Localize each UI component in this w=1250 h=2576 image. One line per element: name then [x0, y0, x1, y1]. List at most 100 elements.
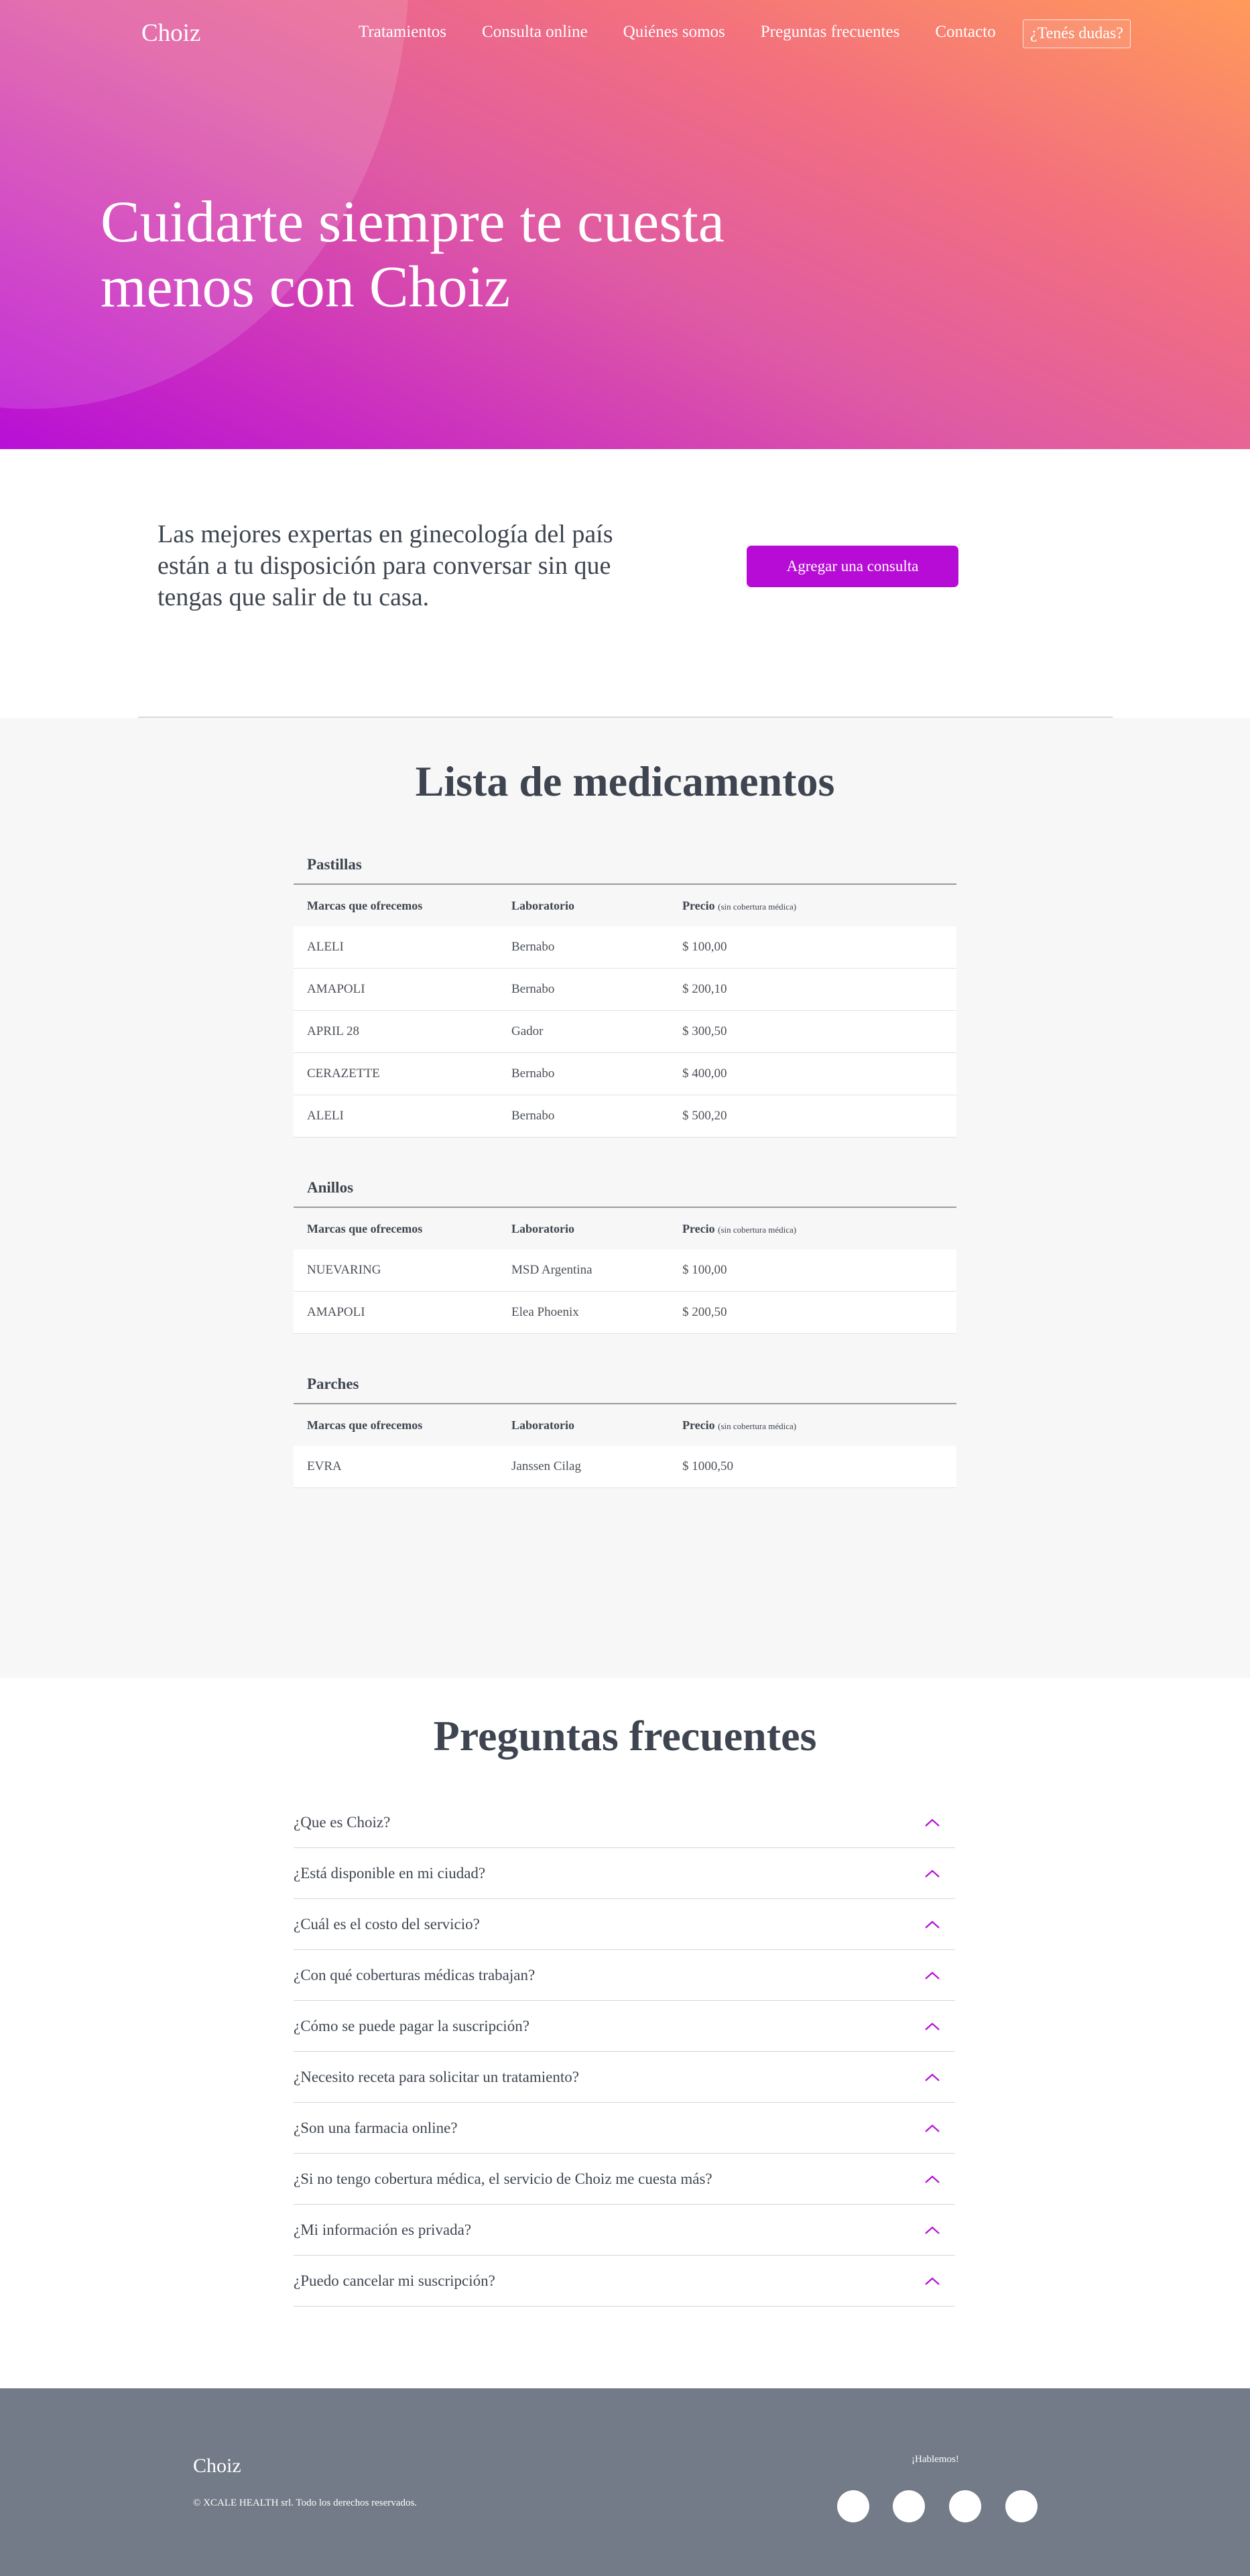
table-header: Marcas que ofrecemos Laboratorio Precio … — [294, 1404, 956, 1446]
cell-price: $ 1000,50 — [682, 1459, 733, 1473]
table-row: CERAZETTE Bernabo $ 400,00 — [294, 1053, 956, 1095]
faq-item[interactable]: ¿Son una farmacia online? — [294, 2103, 955, 2154]
cell-price: $ 200,50 — [682, 1305, 727, 1319]
cell-brand: EVRA — [307, 1459, 342, 1473]
faq-question: ¿Cuál es el costo del servicio? — [294, 1915, 480, 1933]
cell-brand: AMAPOLI — [307, 1305, 365, 1319]
footer: Choiz © XCALE HEALTH srl. Todo los derec… — [0, 2388, 1250, 2576]
nav-link-consulta-online[interactable]: Consulta online — [482, 23, 588, 42]
faq-question: ¿Cómo se puede pagar la suscripción? — [294, 2017, 529, 2034]
header-price-label: Precio — [682, 898, 715, 912]
faq-item[interactable]: ¿Con qué coberturas médicas trabajan? — [294, 1950, 955, 2001]
cell-lab: Bernabo — [511, 940, 555, 954]
nav-link-preguntas-frecuentes[interactable]: Preguntas frecuentes — [761, 23, 900, 42]
social-icon-3[interactable] — [949, 2490, 981, 2522]
cell-lab: Bernabo — [511, 1066, 555, 1081]
rings-table: Anillos Marcas que ofrecemos Laboratorio… — [294, 1168, 956, 1334]
header-brand: Marcas que ofrecemos — [307, 898, 423, 912]
footer-logo[interactable]: Choiz — [193, 2455, 241, 2477]
faq-question: ¿Necesito receta para solicitar un trata… — [294, 2068, 579, 2085]
faq-question: ¿Son una farmacia online? — [294, 2119, 458, 2136]
faq-item[interactable]: ¿Si no tengo cobertura médica, el servic… — [294, 2154, 955, 2205]
category-title: Pastillas — [294, 845, 956, 885]
medication-list-title: Lista de medicamentos — [415, 757, 835, 805]
cell-lab: Elea Phoenix — [511, 1305, 579, 1319]
faq-item[interactable]: ¿Cuál es el costo del servicio? — [294, 1899, 955, 1950]
chevron-up-icon[interactable] — [920, 1861, 944, 1886]
footer-contact-label: ¡Hablemos! — [912, 2454, 959, 2465]
cell-brand: AMAPOLI — [307, 982, 365, 996]
chevron-up-icon[interactable] — [920, 2167, 944, 2191]
faq-item[interactable]: ¿Necesito receta para solicitar un trata… — [294, 2052, 955, 2103]
cell-brand: NUEVARING — [307, 1263, 381, 1277]
cell-lab: Bernabo — [511, 1109, 555, 1123]
cell-price: $ 300,50 — [682, 1024, 727, 1038]
faq-item[interactable]: ¿Puedo cancelar mi suscripción? — [294, 2256, 955, 2307]
header-price: Precio (sin cobertura médica) — [669, 1222, 956, 1236]
social-icon-1[interactable] — [837, 2490, 869, 2522]
nav-link-quienes-somos[interactable]: Quiénes somos — [623, 23, 725, 42]
faq-question: ¿Con qué coberturas médicas trabajan? — [294, 1966, 536, 1983]
cell-price: $ 200,10 — [682, 982, 727, 996]
nav-link-contacto[interactable]: Contacto — [935, 23, 995, 42]
patches-table: Parches Marcas que ofrecemos Laboratorio… — [294, 1364, 956, 1488]
chevron-up-icon[interactable] — [920, 2014, 944, 2038]
header-price-label: Precio — [682, 1221, 715, 1235]
faq-item[interactable]: ¿Cómo se puede pagar la suscripción? — [294, 2001, 955, 2052]
chevron-up-icon[interactable] — [920, 1811, 944, 1835]
cell-lab: Bernabo — [511, 982, 555, 996]
chevron-up-icon[interactable] — [920, 2218, 944, 2242]
table-row: EVRA Janssen Cilag $ 1000,50 — [294, 1446, 956, 1488]
cell-price: $ 500,20 — [682, 1109, 727, 1123]
faq-question: ¿Que es Choiz? — [294, 1813, 391, 1831]
intro-text: Las mejores expertas en ginecología del … — [158, 520, 613, 611]
chevron-up-icon[interactable] — [920, 2116, 944, 2140]
nav-links: Tratamientos Consulta online Quiénes som… — [359, 23, 1015, 42]
table-row: ALELI Bernabo $ 100,00 — [294, 926, 956, 969]
header-lab: Laboratorio — [511, 898, 574, 912]
hero-section: Choiz Tratamientos Consulta online Quién… — [0, 0, 1250, 449]
header-price: Precio (sin cobertura médica) — [669, 1418, 956, 1432]
cell-brand: ALELI — [307, 1109, 344, 1123]
social-icon-4[interactable] — [1005, 2490, 1038, 2522]
chevron-up-icon[interactable] — [920, 2269, 944, 2293]
medication-list-section: Lista de medicamentos Pastillas Marcas q… — [0, 718, 1250, 1678]
faq-title: Preguntas frecuentes — [433, 1712, 817, 1760]
faq-question: ¿Puedo cancelar mi suscripción? — [294, 2272, 495, 2289]
doubts-button[interactable]: ¿Tenés dudas? — [1023, 19, 1131, 48]
logo[interactable]: Choiz — [141, 19, 200, 48]
table-row: AMAPOLI Bernabo $ 200,10 — [294, 969, 956, 1011]
header-brand: Marcas que ofrecemos — [307, 1221, 423, 1235]
table-header: Marcas que ofrecemos Laboratorio Precio … — [294, 885, 956, 926]
table-row: APRIL 28 Gador $ 300,50 — [294, 1011, 956, 1053]
footer-copyright: © XCALE HEALTH srl. Todo los derechos re… — [193, 2498, 418, 2508]
cell-lab: Janssen Cilag — [511, 1459, 581, 1473]
faq-question: ¿Mi información es privada? — [294, 2221, 472, 2238]
cell-brand: ALELI — [307, 940, 344, 954]
header-price-note: (sin cobertura médica) — [718, 1224, 797, 1235]
category-title: Anillos — [294, 1168, 956, 1208]
pills-table: Pastillas Marcas que ofrecemos Laborator… — [294, 845, 956, 1138]
header-price-note: (sin cobertura médica) — [718, 901, 797, 912]
cell-brand: CERAZETTE — [307, 1066, 380, 1081]
chevron-up-icon[interactable] — [920, 1963, 944, 1987]
table-header: Marcas que ofrecemos Laboratorio Precio … — [294, 1208, 956, 1249]
cell-brand: APRIL 28 — [307, 1024, 359, 1038]
cell-price: $ 400,00 — [682, 1066, 727, 1081]
hero-title: Cuidarte siempre te cuesta menos con Cho… — [101, 190, 725, 320]
faq-item[interactable]: ¿Mi información es privada? — [294, 2205, 955, 2256]
cell-price: $ 100,00 — [682, 940, 727, 954]
add-consultation-button[interactable]: Agregar una consulta — [747, 546, 958, 587]
nav-link-tratamientos[interactable]: Tratamientos — [359, 23, 446, 42]
chevron-up-icon[interactable] — [920, 2065, 944, 2089]
category-title: Parches — [294, 1364, 956, 1404]
faq-item[interactable]: ¿Que es Choiz? — [294, 1797, 955, 1848]
header-brand: Marcas que ofrecemos — [307, 1418, 423, 1432]
faq-list: ¿Que es Choiz? ¿Está disponible en mi ci… — [294, 1797, 955, 2307]
faq-question: ¿Si no tengo cobertura médica, el servic… — [294, 2170, 712, 2187]
chevron-up-icon[interactable] — [920, 1912, 944, 1937]
social-icon-2[interactable] — [893, 2490, 925, 2522]
top-nav: Choiz Tratamientos Consulta online Quién… — [0, 0, 1250, 67]
faq-item[interactable]: ¿Está disponible en mi ciudad? — [294, 1848, 955, 1899]
table-row: AMAPOLI Elea Phoenix $ 200,50 — [294, 1292, 956, 1334]
